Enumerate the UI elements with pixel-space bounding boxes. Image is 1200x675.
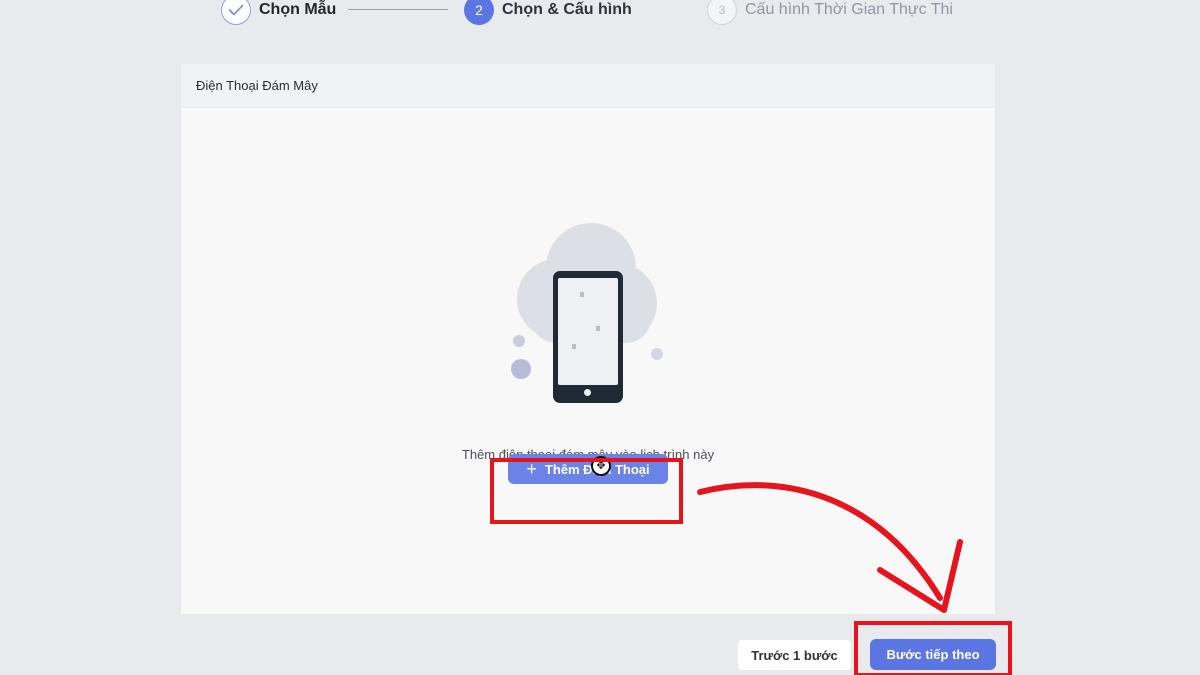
screen-pixel [572,344,576,349]
step-choose-template[interactable]: Chọn Mẫu [221,0,337,25]
phone-screen [558,278,618,385]
step-number: 2 [464,0,494,25]
stepper: Chọn Mẫu 2 Chọn & Cấu hình 3 Cấu hình Th… [0,0,1200,30]
decor-dot [511,359,531,379]
step-label: Chọn & Cấu hình [502,1,632,18]
step-connector [348,9,448,10]
phone-icon [553,271,623,403]
step-label: Cấu hình Thời Gian Thực Thi [745,1,953,18]
page: Chọn Mẫu 2 Chọn & Cấu hình 3 Cấu hình Th… [0,0,1200,675]
decor-dot [651,348,663,360]
screen-pixel [580,292,584,297]
phone-home-button [584,389,591,396]
step-label: Chọn Mẫu [259,1,337,18]
previous-step-button[interactable]: Trước 1 bước [738,640,851,670]
decor-dot [513,335,525,347]
step-execution-time[interactable]: 3 Cấu hình Thời Gian Thực Thi [707,0,953,25]
highlight-box-next-step [854,621,1012,675]
panel-body: Thêm điện thoại đám mây vào lịch trình n… [181,108,995,614]
cloud-phone-illustration [511,223,671,423]
step-number: 3 [707,0,737,25]
check-icon [221,0,251,25]
panel-title: Điện Thoại Đám Mây [196,78,318,93]
cloud-phone-panel: Điện Thoại Đám Mây Thêm trình này + Thêm… [181,64,995,614]
step-select-configure[interactable]: 2 Chọn & Cấu hình [464,0,632,25]
highlight-box-add-phone [490,458,683,524]
panel-header: Điện Thoại Đám Mây [181,64,995,108]
screen-pixel [596,326,600,331]
